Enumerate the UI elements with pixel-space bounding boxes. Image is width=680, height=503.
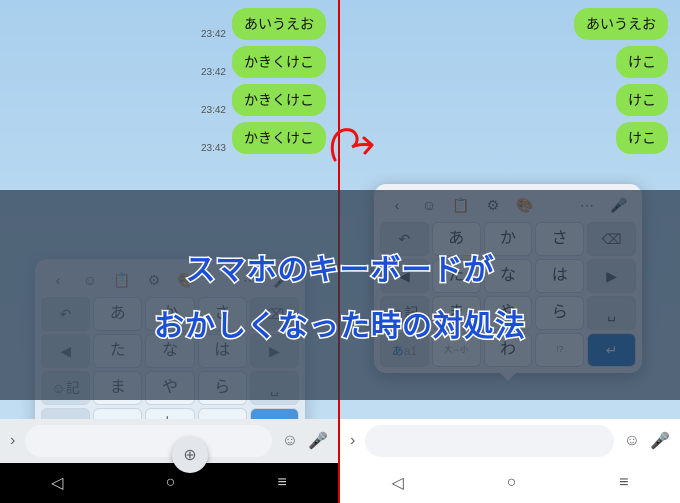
nav-bar-right: ◁ ○ ≡ (340, 463, 680, 503)
bubble: けこ (616, 84, 668, 116)
nav-bar-left: ◁ ○ ≡ (0, 463, 338, 503)
bubble: けこ (616, 46, 668, 78)
text-input[interactable] (25, 425, 271, 457)
bubble: けこ (616, 122, 668, 154)
nav-home-icon[interactable]: ○ (166, 474, 176, 492)
nav-back-icon[interactable]: ◁ (391, 473, 403, 493)
text-input[interactable] (365, 425, 613, 457)
chat-message: 23:42 かきくけこ (201, 46, 326, 78)
timestamp: 23:42 (201, 67, 226, 78)
mic-icon[interactable]: 🎤 (650, 431, 670, 451)
smile-icon[interactable]: ☺ (624, 432, 640, 450)
nav-home-icon[interactable]: ○ (507, 474, 517, 492)
keyboard-drag-handle-icon[interactable]: ⊕ (172, 437, 208, 473)
mic-icon[interactable]: 🎤 (308, 431, 328, 451)
bubble: あいうえお (574, 8, 668, 40)
bubble: あいうえお (232, 8, 326, 40)
expand-icon[interactable]: › (10, 432, 15, 450)
bubble: かきくけこ (232, 122, 326, 154)
chat-message: あいうえお (574, 8, 668, 40)
timestamp: 23:43 (201, 143, 226, 154)
chat-message: 23:42 かきくけこ (201, 84, 326, 116)
bubble: かきくけこ (232, 84, 326, 116)
nav-back-icon[interactable]: ◁ (51, 473, 63, 493)
expand-icon[interactable]: › (350, 432, 355, 450)
chat-thread-right: あいうえお けこ けこ けこ (340, 0, 680, 154)
chat-message: けこ (616, 46, 668, 78)
timestamp: 23:42 (201, 105, 226, 116)
headline-line2: おかしくなった時の対処法 (154, 301, 526, 345)
chat-message: 23:43 かきくけこ (201, 122, 326, 154)
bubble: かきくけこ (232, 46, 326, 78)
chat-message: けこ (616, 84, 668, 116)
chat-thread-left: 23:42 あいうえお 23:42 かきくけこ 23:42 かきくけこ 23:43 かき… (0, 0, 338, 154)
input-bar-right: › ☺ 🎤 (340, 419, 680, 463)
smile-icon[interactable]: ☺ (282, 432, 298, 450)
chat-message: 23:42 あいうえお (201, 8, 326, 40)
nav-recent-icon[interactable]: ≡ (619, 474, 628, 492)
nav-recent-icon[interactable]: ≡ (278, 474, 287, 492)
timestamp: 23:42 (201, 29, 226, 40)
input-bar-left: › ☺ 🎤 (0, 419, 338, 463)
title-overlay: スマホのキーボードが おかしくなった時の対処法 (0, 190, 680, 400)
chat-message: けこ (616, 122, 668, 154)
headline-line1: スマホのキーボードが (185, 245, 494, 289)
